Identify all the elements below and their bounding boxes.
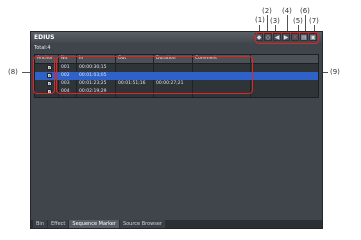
callout-6: (6)	[300, 7, 310, 15]
tab-source-browser[interactable]: Source Browser	[119, 220, 165, 228]
app-title: EDIUS	[34, 34, 55, 41]
marker-list-highlight	[56, 56, 253, 94]
panel-tabs: Bin Effect Sequence Marker Source Browse…	[31, 220, 322, 228]
callout-4: (4)	[282, 7, 292, 15]
tab-sequence-marker[interactable]: Sequence Marker	[69, 220, 119, 228]
tab-effect[interactable]: Effect	[48, 220, 69, 228]
total-count: Total:4	[34, 45, 51, 51]
callout-2: (2)	[262, 7, 272, 15]
callout-8: (8)	[8, 68, 18, 76]
callout-1: (1)	[255, 16, 265, 24]
callout-5: (5)	[293, 17, 303, 25]
tab-bin[interactable]: Bin	[33, 220, 47, 228]
sequence-marker-panel: EDIUS ◆ ◇ ◀ ▶ ✕ ▤ ▣ Total:4 Anchor No. I…	[30, 31, 323, 229]
callout-7: (7)	[309, 17, 319, 25]
callout-9: (9)	[330, 68, 340, 76]
toolbar-highlight	[255, 32, 319, 44]
anchor-column-highlight	[33, 56, 55, 94]
callout-3: (3)	[270, 17, 280, 25]
